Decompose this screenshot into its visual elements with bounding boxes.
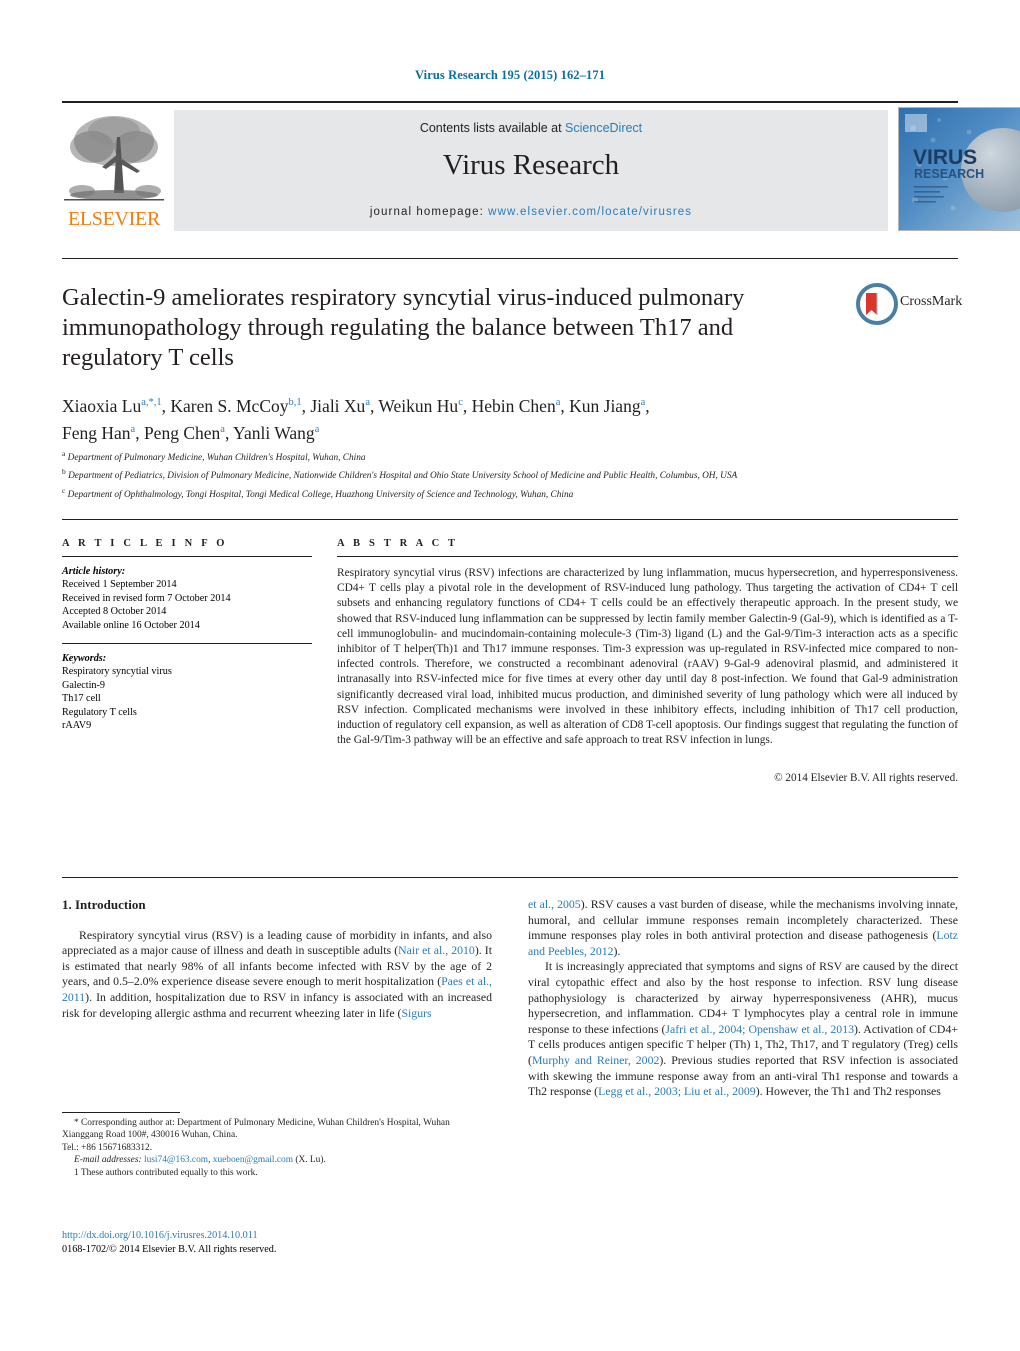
elsevier-logo: ELSEVIER xyxy=(62,107,166,231)
article-history-block: Article history: Received 1 September 20… xyxy=(62,565,312,632)
homepage-url-link[interactable]: www.elsevier.com/locate/virusres xyxy=(488,206,692,218)
svg-text:RESEARCH: RESEARCH xyxy=(914,167,984,181)
author-line-1: Xiaoxia Lua,*,1, Karen S. McCoyb,1, Jial… xyxy=(62,395,650,416)
email-note: E-mail addresses: lusi74@163.com, xueboe… xyxy=(62,1154,492,1166)
history-item: Accepted 8 October 2014 xyxy=(62,606,167,618)
article-info-heading: A R T I C L E I N F O xyxy=(62,538,228,549)
sciencedirect-link[interactable]: ScienceDirect xyxy=(565,121,642,135)
keyword-item: Respiratory syncytial virus xyxy=(62,666,172,678)
intro-paragraph-left: Respiratory syncytial virus (RSV) is a l… xyxy=(62,927,492,1020)
telephone-note: Tel.: +86 15671683312. xyxy=(62,1142,153,1153)
affiliation-b: b Department of Pediatrics, Division of … xyxy=(62,467,738,482)
footnote-rule xyxy=(62,1112,180,1113)
elsevier-wordmark: ELSEVIER xyxy=(67,208,161,230)
history-label: Article history: xyxy=(62,566,126,577)
footnote-block: * Corresponding author at: Department of… xyxy=(62,1112,492,1179)
journal-title: Virus Research xyxy=(442,149,620,181)
keywords-block: Keywords: Respiratory syncytial virus Ga… xyxy=(62,652,312,732)
journal-homepage-line: journal homepage: www.elsevier.com/locat… xyxy=(174,206,888,218)
article-info-rule xyxy=(62,556,312,557)
doi-link[interactable]: http://dx.doi.org/10.1016/j.virusres.201… xyxy=(62,1229,492,1243)
email-link-1[interactable]: lusi74@163.com xyxy=(144,1155,208,1165)
keywords-label: Keywords: xyxy=(62,653,107,665)
article-info-column: A R T I C L E I N F O Article history: R… xyxy=(62,538,312,732)
keyword-item: Th17 cell xyxy=(62,693,101,705)
journal-cover-image: VIRUS RESEARCH xyxy=(899,108,1020,230)
keyword-item: Regulatory T cells xyxy=(62,706,137,718)
affiliation-c: c Department of Ophthalmology, Tongi Hos… xyxy=(62,485,574,500)
email-label: E-mail addresses: xyxy=(74,1155,142,1166)
title-divider xyxy=(62,258,958,259)
abstract-copyright: © 2014 Elsevier B.V. All rights reserved… xyxy=(774,772,958,785)
crossmark-label: CrossMark xyxy=(900,294,963,309)
doi-block: http://dx.doi.org/10.1016/j.virusres.201… xyxy=(62,1229,492,1256)
keyword-item: rAAV9 xyxy=(62,720,92,732)
crossmark-icon xyxy=(856,283,898,325)
body-divider xyxy=(62,877,958,878)
elsevier-tree-icon xyxy=(62,107,166,211)
history-item: Received in revised form 7 October 2014 xyxy=(62,592,231,604)
abstract-column: A B S T R A C T Respiratory syncytial vi… xyxy=(337,538,958,784)
keywords-rule xyxy=(62,643,312,645)
email-link-2[interactable]: xueboen@gmail.com xyxy=(213,1155,293,1165)
contents-available-line: Contents lists available at ScienceDirec… xyxy=(174,121,888,135)
journal-reference: Virus Research 195 (2015) 162–171 xyxy=(414,68,606,82)
crossmark-badge[interactable]: CrossMark xyxy=(856,283,963,327)
homepage-prefix: journal homepage: xyxy=(369,206,489,218)
intro-paragraph-right-2: It is increasingly appreciated that symp… xyxy=(528,959,958,1099)
issn-copyright-line: 0168-1702/© 2014 Elsevier B.V. All right… xyxy=(62,1243,277,1255)
abstract-text: Respiratory syncytial virus (RSV) infect… xyxy=(337,567,958,747)
masthead-banner: Contents lists available at ScienceDirec… xyxy=(174,110,888,231)
affiliation-list: a Department of Pulmonary Medicine, Wuha… xyxy=(62,447,862,502)
page-title: Galectin-9 ameliorates respiratory syncy… xyxy=(62,284,745,371)
intro-paragraph-right-1: et al., 2005). RSV causes a vast burden … xyxy=(528,897,958,958)
affiliation-a: a Department of Pulmonary Medicine, Wuha… xyxy=(62,449,366,464)
abstract-heading: A B S T R A C T xyxy=(337,538,459,549)
history-item: Received 1 September 2014 xyxy=(62,579,177,591)
author-line-2: Feng Hana, Peng Chena, Yanli Wanga xyxy=(62,422,320,443)
email-suffix: (X. Lu). xyxy=(295,1155,326,1166)
abstract-rule xyxy=(337,556,958,557)
journal-cover-thumbnail: VIRUS RESEARCH xyxy=(898,107,1020,231)
info-divider xyxy=(62,519,958,520)
body-column-right: et al., 2005). RSV causes a vast burden … xyxy=(528,897,958,1100)
paper-page: Virus Research 195 (2015) 162–171 ELSEVI… xyxy=(0,0,1020,1351)
svg-text:VIRUS: VIRUS xyxy=(913,146,977,169)
journal-masthead: ELSEVIER Contents lists available at Sci… xyxy=(62,101,1020,231)
history-item: Available online 16 October 2014 xyxy=(62,619,200,631)
section-title-introduction: 1. Introduction xyxy=(62,897,146,912)
equal-contribution-note: 1 These authors contributed equally to t… xyxy=(74,1167,258,1178)
corresponding-author-note: * Corresponding author at: Department of… xyxy=(62,1118,450,1141)
body-column-left: 1. Introduction Respiratory syncytial vi… xyxy=(62,897,492,1021)
author-list: Xiaoxia Lua,*,1, Karen S. McCoyb,1, Jial… xyxy=(62,391,862,445)
contents-prefix: Contents lists available at xyxy=(419,121,566,135)
keyword-item: Galectin-9 xyxy=(62,679,105,691)
